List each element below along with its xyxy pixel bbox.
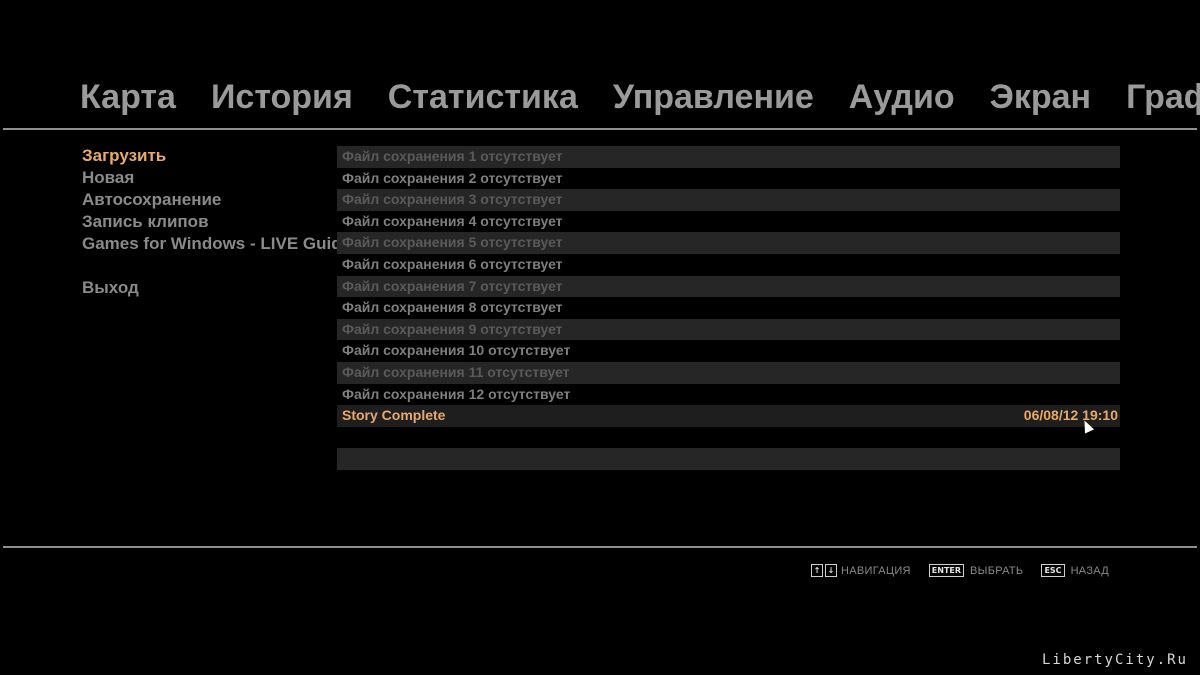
top-tabs: Карта История Статистика Управление Ауди… bbox=[80, 78, 1200, 117]
save-slot-4[interactable]: Файл сохранения 4 отсутствует bbox=[337, 210, 1120, 233]
empty-slot-bar bbox=[337, 448, 1120, 470]
tab-map[interactable]: Карта bbox=[80, 78, 176, 117]
save-slot-story-complete[interactable]: Story Complete 06/08/12 19:10 bbox=[337, 405, 1120, 427]
game-menu: Загрузить Новая Автосохранение Запись кл… bbox=[82, 145, 351, 299]
tab-display[interactable]: Экран bbox=[990, 78, 1091, 117]
save-slot-6[interactable]: Файл сохранения 6 отсутствует bbox=[337, 253, 1120, 276]
menu-item-autosave[interactable]: Автосохранение bbox=[82, 189, 351, 211]
menu-spacer bbox=[82, 255, 351, 277]
menu-item-exit[interactable]: Выход bbox=[82, 277, 351, 299]
watermark-logo: LibertyCity.Ru bbox=[1041, 652, 1188, 668]
save-slot-9[interactable]: Файл сохранения 9 отсутствует bbox=[337, 318, 1120, 341]
menu-item-new[interactable]: Новая bbox=[82, 167, 351, 189]
save-slot-1[interactable]: Файл сохранения 1 отсутствует bbox=[337, 146, 1120, 168]
top-divider bbox=[3, 128, 1197, 130]
bottom-divider bbox=[3, 546, 1197, 548]
tab-statistics[interactable]: Статистика bbox=[388, 78, 578, 117]
save-slot-10[interactable]: Файл сохранения 10 отсутствует bbox=[337, 340, 1120, 362]
save-slot-8[interactable]: Файл сохранения 8 отсутствует bbox=[337, 297, 1120, 319]
down-arrow-key-icon: ↓ bbox=[825, 564, 837, 577]
menu-item-clip-recording[interactable]: Запись клипов bbox=[82, 211, 351, 233]
save-slot-7[interactable]: Файл сохранения 7 отсутствует bbox=[337, 275, 1120, 298]
save-slot-5[interactable]: Файл сохранения 5 отсутствует bbox=[337, 232, 1120, 254]
enter-key-icon: ENTER bbox=[928, 564, 965, 577]
save-slot-11[interactable]: Файл сохранения 11 отсутствует bbox=[337, 361, 1120, 384]
up-arrow-key-icon: ↑ bbox=[811, 564, 823, 577]
story-slot-label: Story Complete bbox=[342, 407, 446, 424]
menu-item-load[interactable]: Загрузить bbox=[82, 145, 351, 167]
story-slot-date: 06/08/12 19:10 bbox=[1023, 407, 1118, 424]
tab-graphics[interactable]: Граф bbox=[1126, 78, 1200, 117]
tab-controls[interactable]: Управление bbox=[613, 78, 814, 117]
menu-item-live-guide[interactable]: Games for Windows - LIVE Guide bbox=[82, 233, 351, 255]
hint-back: НАЗАД bbox=[1070, 564, 1110, 577]
tab-audio[interactable]: Аудио bbox=[849, 78, 955, 117]
tab-history[interactable]: История bbox=[211, 78, 353, 117]
save-slot-2[interactable]: Файл сохранения 2 отсутствует bbox=[337, 167, 1120, 190]
control-hints: ↑ ↓ НАВИГАЦИЯ ENTER ВЫБРАТЬ ESC НАЗАД bbox=[811, 564, 1127, 577]
esc-key-icon: ESC bbox=[1041, 564, 1065, 577]
hint-select: ВЫБРАТЬ bbox=[970, 564, 1024, 577]
save-slot-3[interactable]: Файл сохранения 3 отсутствует bbox=[337, 189, 1120, 211]
save-slot-12[interactable]: Файл сохранения 12 отсутствует bbox=[337, 383, 1120, 406]
hint-navigate: НАВИГАЦИЯ bbox=[841, 564, 911, 577]
save-slot-list: Файл сохранения 1 отсутствует Файл сохра… bbox=[337, 146, 1120, 470]
